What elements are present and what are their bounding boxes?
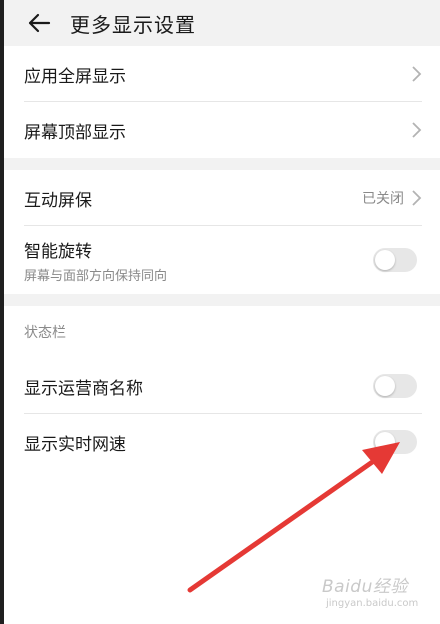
watermark-url: jingyan.baidu.com (326, 598, 419, 609)
watermark-text: Baidu经验 (322, 577, 408, 597)
annotation-arrow (187, 442, 400, 593)
baidu-watermark: Baidu经验 jingyan.baidu.com (322, 572, 434, 616)
